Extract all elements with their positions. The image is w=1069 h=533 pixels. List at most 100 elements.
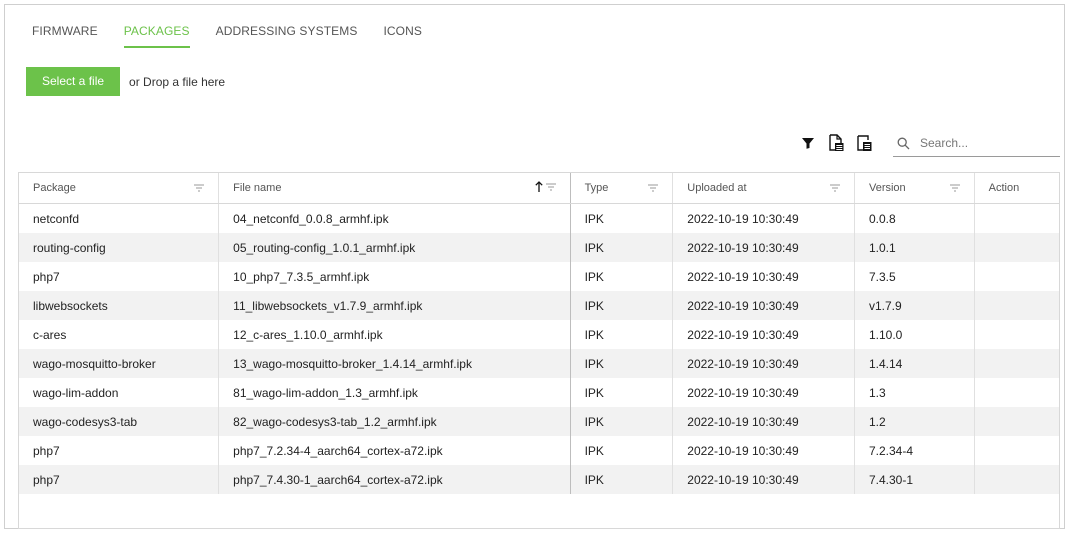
cell-file-name: 04_netconfd_0.0.8_armhf.ipk <box>218 203 571 233</box>
cell-action <box>974 204 1059 234</box>
table-toolbar <box>798 130 882 156</box>
column-menu-icon[interactable] <box>949 184 960 192</box>
cell-type: IPK <box>570 349 674 378</box>
cell-file-name: 12_c-ares_1.10.0_armhf.ipk <box>218 320 571 349</box>
cell-version: 7.4.30-1 <box>854 465 975 494</box>
cell-package: php7 <box>19 465 220 494</box>
table-row[interactable]: routing-config 05_routing-config_1.0.1_a… <box>19 233 1059 262</box>
search-field[interactable] <box>893 130 1060 157</box>
column-label: Uploaded at <box>687 182 747 194</box>
column-menu-icon[interactable] <box>648 184 659 192</box>
cell-file-name: 13_wago-mosquitto-broker_1.4.14_armhf.ip… <box>218 349 571 378</box>
cell-uploaded-at: 2022-10-19 10:30:49 <box>672 262 855 291</box>
table-header-row: Package File name Type Uploaded at Versi… <box>19 173 1059 204</box>
cell-uploaded-at: 2022-10-19 10:30:49 <box>672 349 855 378</box>
tab-firmware[interactable]: FIRMWARE <box>32 24 98 48</box>
cell-version: 1.2 <box>854 407 975 436</box>
column-menu-icon[interactable] <box>194 184 205 192</box>
cell-action <box>974 465 1059 494</box>
cell-version: 1.3 <box>854 378 975 407</box>
table-row[interactable]: php7 php7_7.4.30-1_aarch64_cortex-a72.ip… <box>19 465 1059 494</box>
cell-action <box>974 233 1059 262</box>
table-row[interactable]: wago-mosquitto-broker 13_wago-mosquitto-… <box>19 349 1059 378</box>
column-header-package[interactable]: Package <box>19 173 220 204</box>
file-upload-area[interactable]: Select a file or Drop a file here <box>26 67 225 96</box>
table-row[interactable]: c-ares 12_c-ares_1.10.0_armhf.ipk IPK 20… <box>19 320 1059 349</box>
search-input[interactable] <box>918 135 1052 151</box>
cell-uploaded-at: 2022-10-19 10:30:49 <box>672 407 855 436</box>
sort-ascending-icon[interactable] <box>534 181 543 195</box>
cell-package: netconfd <box>19 203 220 233</box>
cell-package: wago-codesys3-tab <box>19 407 220 436</box>
cell-type: IPK <box>570 436 674 465</box>
cell-type: IPK <box>570 407 674 436</box>
packages-table: Package File name Type Uploaded at Versi… <box>18 172 1060 529</box>
cell-version: 1.0.1 <box>854 233 975 262</box>
cell-package: c-ares <box>19 320 220 349</box>
table-row[interactable]: php7 10_php7_7.3.5_armhf.ipk IPK 2022-10… <box>19 262 1059 291</box>
tab-icons[interactable]: ICONS <box>383 24 422 48</box>
column-header-uploaded-at[interactable]: Uploaded at <box>672 173 855 204</box>
column-label: Version <box>868 182 906 194</box>
cell-uploaded-at: 2022-10-19 10:30:49 <box>672 378 855 407</box>
column-header-action: Action <box>974 173 1059 204</box>
table-row[interactable]: php7 php7_7.2.34-4_aarch64_cortex-a72.ip… <box>19 436 1059 465</box>
cell-version: 0.0.8 <box>854 203 975 233</box>
cell-type: IPK <box>570 203 674 233</box>
cell-version: 1.4.14 <box>854 349 975 378</box>
column-menu-icon[interactable] <box>545 182 556 194</box>
cell-version: v1.7.9 <box>854 291 975 320</box>
cell-action <box>974 349 1059 378</box>
tab-addressing-systems[interactable]: ADDRESSING SYSTEMS <box>216 24 358 48</box>
cell-type: IPK <box>570 378 674 407</box>
cell-package: wago-mosquitto-broker <box>19 349 220 378</box>
cell-file-name: 05_routing-config_1.0.1_armhf.ipk <box>218 233 571 262</box>
table-row[interactable]: netconfd 04_netconfd_0.0.8_armhf.ipk IPK… <box>19 203 1059 234</box>
export-pdf-icon[interactable] <box>854 133 874 153</box>
cell-action <box>974 291 1059 320</box>
cell-uploaded-at: 2022-10-19 10:30:49 <box>672 233 855 262</box>
drop-file-hint: or Drop a file here <box>129 74 226 89</box>
cell-type: IPK <box>570 320 674 349</box>
cell-file-name: php7_7.2.34-4_aarch64_cortex-a72.ipk <box>218 436 571 465</box>
table-row[interactable]: wago-lim-addon 81_wago-lim-addon_1.3_arm… <box>19 378 1059 407</box>
cell-type: IPK <box>570 465 674 494</box>
cell-type: IPK <box>570 262 674 291</box>
column-menu-icon[interactable] <box>829 184 840 192</box>
cell-file-name: 10_php7_7.3.5_armhf.ipk <box>218 262 571 291</box>
cell-uploaded-at: 2022-10-19 10:30:49 <box>672 320 855 349</box>
search-icon <box>897 137 910 150</box>
column-label: Package <box>33 182 76 194</box>
select-file-button[interactable]: Select a file <box>26 67 121 96</box>
tab-packages[interactable]: PACKAGES <box>123 24 190 48</box>
cell-action <box>974 436 1059 465</box>
cell-action <box>974 262 1059 291</box>
column-header-version[interactable]: Version <box>854 173 975 204</box>
table-row[interactable]: wago-codesys3-tab 82_wago-codesys3-tab_1… <box>19 407 1059 436</box>
cell-package: php7 <box>19 262 220 291</box>
cell-uploaded-at: 2022-10-19 10:30:49 <box>672 436 855 465</box>
export-csv-icon[interactable] <box>826 133 846 153</box>
filter-icon[interactable] <box>798 133 818 153</box>
column-label: File name <box>233 182 282 194</box>
cell-type: IPK <box>570 233 674 262</box>
cell-type: IPK <box>570 291 674 320</box>
cell-action <box>974 320 1059 349</box>
cell-version: 7.2.34-4 <box>854 436 975 465</box>
column-header-file-name[interactable]: File name <box>218 173 571 204</box>
cell-version: 1.10.0 <box>854 320 975 349</box>
cell-uploaded-at: 2022-10-19 10:30:49 <box>672 203 855 233</box>
table-row[interactable]: libwebsockets 11_libwebsockets_v1.7.9_ar… <box>19 291 1059 320</box>
cell-file-name: 11_libwebsockets_v1.7.9_armhf.ipk <box>218 291 571 320</box>
column-label: Type <box>584 182 609 194</box>
cell-uploaded-at: 2022-10-19 10:30:49 <box>672 465 855 494</box>
cell-version: 7.3.5 <box>854 262 975 291</box>
cell-action <box>974 407 1059 436</box>
column-header-type[interactable]: Type <box>570 173 674 204</box>
cell-action <box>974 378 1059 407</box>
column-label: Action <box>988 182 1020 194</box>
cell-file-name: 81_wago-lim-addon_1.3_armhf.ipk <box>218 378 571 407</box>
cell-file-name: 82_wago-codesys3-tab_1.2_armhf.ipk <box>218 407 571 436</box>
cell-package: libwebsockets <box>19 291 220 320</box>
cell-uploaded-at: 2022-10-19 10:30:49 <box>672 291 855 320</box>
